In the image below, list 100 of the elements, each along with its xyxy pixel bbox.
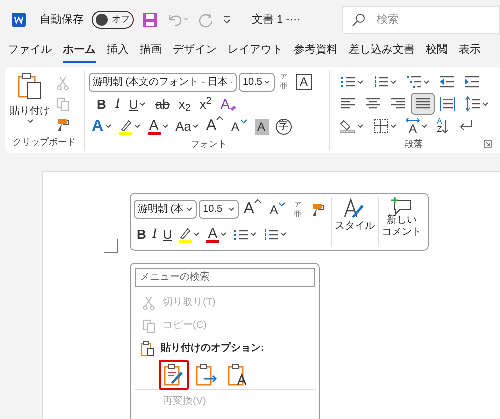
copy-icon [55,96,71,112]
ribbon-button[interactable] [411,93,435,116]
font-name-combo[interactable]: 游明朝 (本 [134,200,198,219]
chevron-icon [390,124,397,129]
double-arrow-icon [406,118,420,123]
group-label: 段落 [405,138,423,151]
ribbon-button[interactable]: A [203,116,228,138]
clipboard-icon [17,73,43,101]
search-field[interactable]: 検索 [342,6,500,34]
paste-button[interactable]: 貼り付け [5,71,55,135]
eraser-icon [230,104,238,112]
chevron-icon [421,124,428,129]
ribbon-button[interactable]: A [241,198,266,220]
distribute-icon [440,96,456,112]
ribbon-tab[interactable]: 校閲 [426,42,448,63]
chevron-icon [357,80,364,85]
dialog-launcher-icon[interactable] [484,140,492,148]
ribbon-button[interactable]: A [267,198,290,220]
copy-icon [141,318,157,334]
painter-icon [310,202,326,218]
numbering-icon [373,74,389,90]
ribbon-button[interactable]: A Z [433,115,454,138]
ribbon-tab[interactable]: 挿入 [107,42,129,63]
ribbon-button[interactable]: B [134,224,150,246]
chevron-icon [390,80,397,85]
chevron-icon [423,80,430,85]
chevron-icon [193,232,200,237]
ribbon-button[interactable]: A [89,116,115,138]
ribbon-tab[interactable]: 表示 [459,42,481,63]
spacing-icon [465,96,481,112]
ribbon-tab[interactable]: 参考資料 [294,42,338,63]
ribbon-button[interactable]: Aa [172,116,202,138]
ribbon-tab[interactable]: デザイン [173,42,217,63]
menu-search-field[interactable]: メニューの検索 [135,268,315,287]
ribbon-tab[interactable]: 差し込み文書 [349,42,415,63]
outdent-icon [439,74,455,90]
cursor-mark-icon [104,239,118,253]
group-label: フォント [191,138,227,150]
caret-down-icon [240,118,248,124]
paste-brush-icon [162,362,186,386]
chevron-icon [162,124,169,129]
chevron-icon [26,119,34,124]
paste-arrow-icon [194,362,218,386]
chevron-icon [186,207,194,212]
section-heading: 貼り付けのオプション: [161,341,264,356]
styles-button[interactable]: スタイル [332,197,378,247]
ribbon-button[interactable]: U [125,93,150,116]
ribbon-button[interactable]: A [228,116,250,138]
group-label: クリップボード [13,136,76,150]
caret-down-icon [278,200,286,208]
chevron-icon [134,124,141,129]
chevron-icon [264,80,271,84]
customize-icon[interactable] [222,15,232,25]
word-logo-icon [12,13,26,27]
ribbon-button[interactable]: I [149,224,160,246]
chevron-icon [104,124,112,129]
chevron-icon [280,232,288,237]
cut-icon [141,294,157,310]
chevron-icon [192,124,200,129]
ribbon-button[interactable]: x$^{2}$ [196,93,216,116]
numbering-icon [263,226,280,242]
ribbon-tab[interactable]: レイアウト [228,42,283,63]
indent-icon [464,74,480,90]
chevron-icon [220,232,228,237]
multilevel-icon [406,74,422,90]
save-icon[interactable] [142,12,158,28]
ribbon-tab[interactable]: ホーム [63,42,96,63]
ribbon-button[interactable]: U [160,224,176,246]
ribbon-button[interactable]: A [216,93,242,116]
clipboard-icon [141,340,155,356]
chevron-icon [250,232,258,237]
ribbon-button[interactable]: ab [151,93,174,116]
new-comment-button[interactable]: 新しい コメント [379,197,426,247]
cut-icon [55,74,71,90]
ribbon-button[interactable]: A [402,115,432,138]
autosave-toggle[interactable]: オフ [92,11,134,29]
comment-icon [391,197,414,215]
ribbon-button[interactable]: A [203,224,230,246]
autosave-label: 自動保存 [40,12,84,28]
highlighter-icon [178,226,192,240]
chevron-icon [357,124,364,129]
font-size-combo[interactable]: 10.5 [239,72,275,92]
caret-up-icon [216,115,224,122]
ribbon-button[interactable]: x$_{2}$ [174,93,195,116]
font-name-combo[interactable]: 游明朝 (本文のフォント - 日本 [89,72,237,92]
shading-icon [340,118,356,134]
paste-option-button[interactable] [159,360,189,390]
ribbon-button[interactable]: B [93,93,110,116]
ribbon-button[interactable]: I [111,93,124,116]
caret-up-icon [254,198,262,206]
down-arrow-icon [442,118,450,134]
chevron-icon [482,102,489,107]
ribbon-button[interactable]: A [144,116,172,138]
painter-icon [55,116,71,132]
ribbon-tab[interactable]: 描画 [140,42,162,63]
highlighter-icon [118,118,133,132]
ribbon-tab[interactable]: ファイル [8,42,52,63]
font-size-combo[interactable]: 10.5 [199,200,240,219]
chevron-icon [139,102,146,107]
document-title: 文書 1 -··· [252,12,301,28]
